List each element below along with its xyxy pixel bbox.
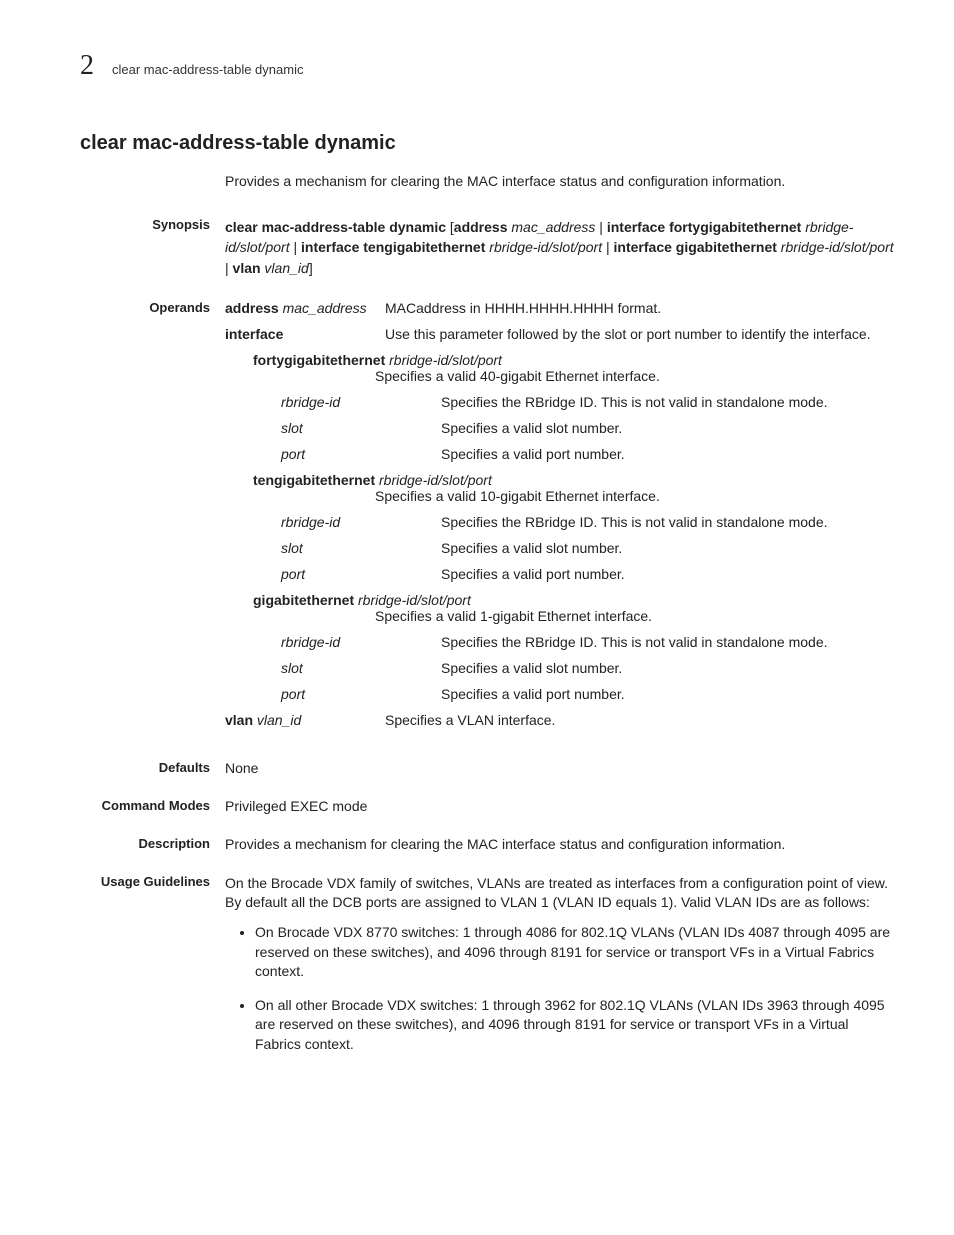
defaults-label: Defaults (80, 760, 225, 776)
operand-desc: Specifies a valid 1-gigabit Ethernet int… (375, 608, 894, 624)
usage-guidelines-section: Usage Guidelines On the Brocade VDX fami… (80, 874, 894, 1069)
chapter-number: 2 (80, 50, 94, 82)
operand-term: rbridge-id (225, 634, 441, 650)
syn-pipe: | (225, 260, 233, 276)
operand-row: slotSpecifies a valid slot number. (225, 660, 894, 676)
syn-open: [ (446, 219, 454, 235)
operand-desc: Specifies a valid port number. (441, 686, 894, 702)
operand-row: vlan vlan_idSpecifies a VLAN interface. (225, 712, 894, 728)
operand-term: interface (225, 326, 385, 342)
running-header-title: clear mac-address-table dynamic (112, 62, 303, 77)
operand-term: port (225, 446, 441, 462)
operand-term: slot (225, 420, 441, 436)
operand-term: port (225, 566, 441, 582)
syn-pipe: | (595, 219, 606, 235)
operand-term: address mac_address (225, 300, 385, 316)
operand-row: rbridge-idSpecifies the RBridge ID. This… (225, 634, 894, 650)
operand-term: slot (225, 660, 441, 676)
defaults-section: Defaults None (80, 760, 894, 776)
operand-desc: Use this parameter followed by the slot … (385, 326, 894, 342)
operand-term: gigabitethernet rbridge-id/slot/port (225, 592, 894, 608)
operand-term: rbridge-id (225, 394, 441, 410)
usage-guidelines-label: Usage Guidelines (80, 874, 225, 1069)
operands-label: Operands (80, 300, 225, 738)
syn-addr-arg: mac_address (507, 219, 595, 235)
operand-row: portSpecifies a valid port number. (225, 446, 894, 462)
syn-addr-kw: address (454, 219, 508, 235)
command-modes-label: Command Modes (80, 798, 225, 814)
syn-vlan-arg: vlan_id (261, 260, 309, 276)
operands-section: Operands address mac_addressMACaddress i… (80, 300, 894, 738)
operand-term: vlan vlan_id (225, 712, 385, 728)
operand-row: rbridge-idSpecifies the RBridge ID. This… (225, 514, 894, 530)
command-modes-text: Privileged EXEC mode (225, 798, 894, 814)
operand-row: address mac_addressMACaddress in HHHH.HH… (225, 300, 894, 316)
operand-term: port (225, 686, 441, 702)
synopsis-body: clear mac-address-table dynamic [address… (225, 217, 894, 278)
usage-guidelines-body: On the Brocade VDX family of switches, V… (225, 874, 894, 1069)
description-text: Provides a mechanism for clearing the MA… (225, 836, 894, 852)
operand-desc: MACaddress in HHHH.HHHH.HHHH format. (385, 300, 894, 316)
operand-desc: Specifies a valid slot number. (441, 540, 894, 556)
syn-pipe: | (290, 239, 301, 255)
command-title: clear mac-address-table dynamic (80, 132, 894, 155)
page: 2 clear mac-address-table dynamic clear … (0, 0, 954, 1151)
operand-row: interfaceUse this parameter followed by … (225, 326, 894, 342)
command-summary: Provides a mechanism for clearing the MA… (225, 173, 894, 189)
syn-iface3-arg: rbridge-id/slot/port (777, 239, 894, 255)
syn-iface2-arg: rbridge-id/slot/port (485, 239, 602, 255)
operand-desc: Specifies the RBridge ID. This is not va… (441, 634, 894, 650)
syn-vlan-kw: vlan (233, 260, 261, 276)
operand-term: fortygigabitethernet rbridge-id/slot/por… (225, 352, 894, 368)
operand-desc: Specifies the RBridge ID. This is not va… (441, 514, 894, 530)
syn-iface3-kw: interface gigabitethernet (614, 239, 777, 255)
operand-term: tengigabitethernet rbridge-id/slot/port (225, 472, 894, 488)
operand-desc: Specifies a valid 10-gigabit Ethernet in… (375, 488, 894, 504)
defaults-text: None (225, 760, 894, 776)
operand-desc: Specifies a valid 40-gigabit Ethernet in… (375, 368, 894, 384)
syn-pipe: | (602, 239, 613, 255)
operand-row: slotSpecifies a valid slot number. (225, 540, 894, 556)
usage-bullet: On all other Brocade VDX switches: 1 thr… (255, 996, 894, 1055)
operand-desc: Specifies the RBridge ID. This is not va… (441, 394, 894, 410)
syn-iface-kw: interface fortygigabitethernet (607, 219, 801, 235)
operand-desc: Specifies a VLAN interface. (385, 712, 894, 728)
operand-desc: Specifies a valid port number. (441, 566, 894, 582)
usage-bullets: On Brocade VDX 8770 switches: 1 through … (225, 923, 894, 1055)
operand-desc: Specifies a valid slot number. (441, 420, 894, 436)
operand-term: rbridge-id (225, 514, 441, 530)
operand-row: slotSpecifies a valid slot number. (225, 420, 894, 436)
operand-row: portSpecifies a valid port number. (225, 686, 894, 702)
usage-intro: On the Brocade VDX family of switches, V… (225, 874, 894, 913)
description-label: Description (80, 836, 225, 852)
operands-body: address mac_addressMACaddress in HHHH.HH… (225, 300, 894, 738)
description-section: Description Provides a mechanism for cle… (80, 836, 894, 852)
syn-iface2-kw: interface tengigabitethernet (301, 239, 485, 255)
operand-term: slot (225, 540, 441, 556)
command-modes-section: Command Modes Privileged EXEC mode (80, 798, 894, 814)
operand-row: rbridge-idSpecifies the RBridge ID. This… (225, 394, 894, 410)
operand-row: portSpecifies a valid port number. (225, 566, 894, 582)
synopsis-section: Synopsis clear mac-address-table dynamic… (80, 217, 894, 278)
synopsis-label: Synopsis (80, 217, 225, 278)
operand-desc: Specifies a valid slot number. (441, 660, 894, 676)
page-header: 2 clear mac-address-table dynamic (80, 50, 894, 82)
syn-close: ] (309, 260, 313, 276)
operand-desc: Specifies a valid port number. (441, 446, 894, 462)
syn-cmd: clear mac-address-table dynamic (225, 219, 446, 235)
usage-bullet: On Brocade VDX 8770 switches: 1 through … (255, 923, 894, 982)
